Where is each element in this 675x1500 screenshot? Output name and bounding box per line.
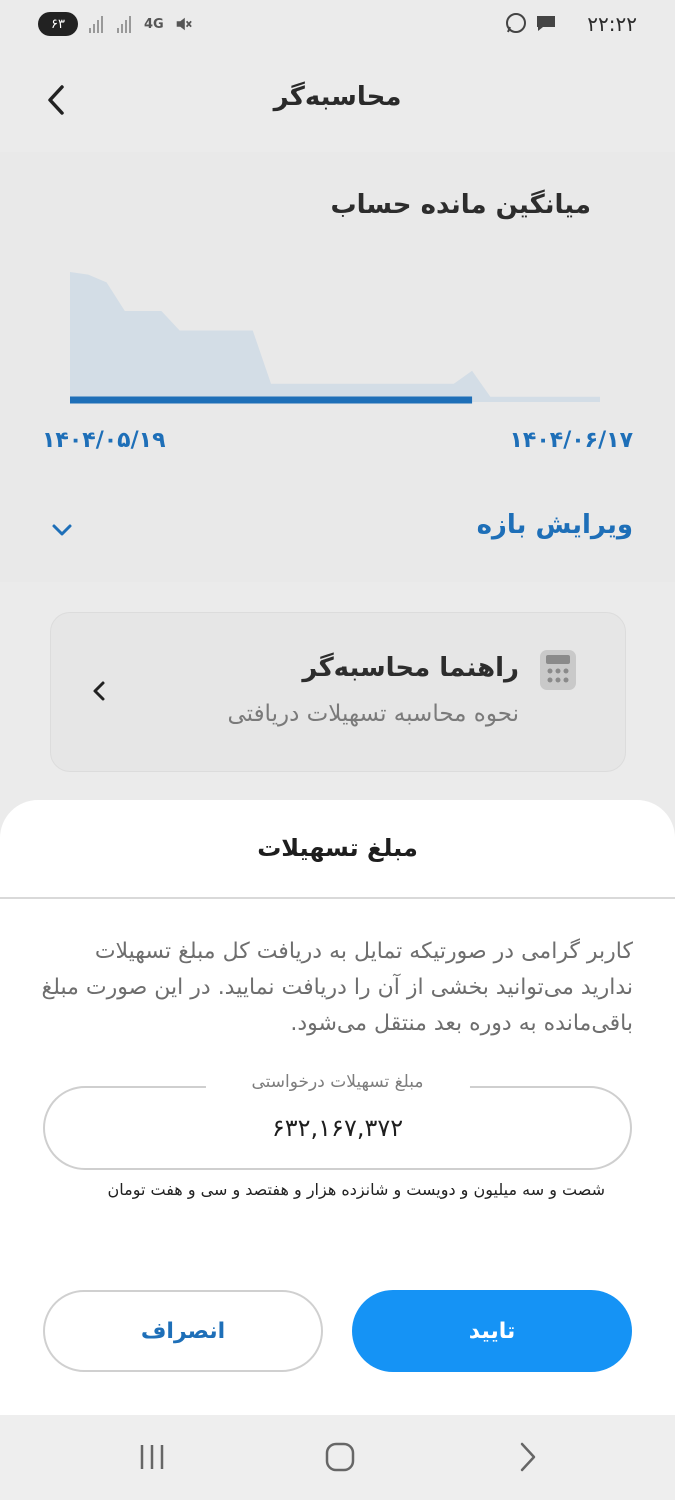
loan-amount-input[interactable] [45,1088,630,1168]
home-button[interactable] [324,1441,356,1477]
battery-indicator: ۶۳ [38,12,78,36]
confirm-button[interactable]: تایید [352,1290,632,1372]
edit-range-button[interactable]: ویرایش بازه [477,510,633,540]
status-bar: ۶۳ 4G ۲۲:۲۲ [0,0,675,50]
status-right-icons [505,12,557,34]
battery-level: ۶۳ [51,16,65,32]
chevron-left-icon [93,681,105,701]
network-type: 4G [144,16,164,32]
guide-title: راهنما محاسبه‌گر [302,653,519,683]
chevron-down-icon [52,524,72,536]
date-start-label: ۱۴۰۴/۰۵/۱۹ [42,428,166,453]
balance-card: میانگین مانده حساب ۱۴۰۴/۰۵/۱۹ ۱۴۰۴/۰۶/۱۷… [0,152,675,582]
signal-icon [117,16,131,33]
whatsapp-icon [506,13,526,33]
date-end-label: ۱۴۰۴/۰۶/۱۷ [509,428,634,453]
balance-chart [70,272,600,404]
status-left-icons: ۶۳ 4G [38,12,192,36]
recent-apps-icon [140,1445,164,1469]
home-icon [325,1442,355,1472]
signal-icon [89,16,103,33]
loan-amount-field[interactable]: مبلغ تسهیلات درخواستی [43,1072,632,1170]
back-icon [520,1442,536,1472]
message-icon [537,16,555,31]
chart-title: میانگین مانده حساب [330,190,591,220]
guide-open-button[interactable] [91,679,107,707]
chart-area [70,272,600,402]
mute-icon [176,17,192,31]
system-nav-bar [0,1415,675,1500]
edit-range-toggle[interactable] [50,522,74,542]
divider [0,897,675,899]
page-title: محاسبه‌گر [273,82,402,112]
guide-subtitle: نحوه محاسبه تسهیلات دریافتی [227,701,519,727]
amount-in-words: شصت و سه میلیون و دویست و شانزده هزار و … [107,1180,606,1199]
status-time: ۲۲:۲۲ [587,12,637,36]
nav-back-button[interactable] [516,1441,540,1477]
cancel-button[interactable]: انصراف [43,1290,323,1372]
recent-apps-button[interactable] [136,1441,168,1477]
app-bar: محاسبه‌گر [0,50,675,150]
loan-amount-sheet: مبلغ تسهیلات کاربر گرامی در صورتیکه تمای… [0,800,675,1415]
calculator-guide-card[interactable]: راهنما محاسبه‌گر نحوه محاسبه تسهیلات دری… [50,612,626,772]
sheet-description: کاربر گرامی در صورتیکه تمایل به دریافت ک… [41,939,633,1036]
calculator-icon [539,649,577,695]
sheet-title: مبلغ تسهیلات [257,834,418,862]
